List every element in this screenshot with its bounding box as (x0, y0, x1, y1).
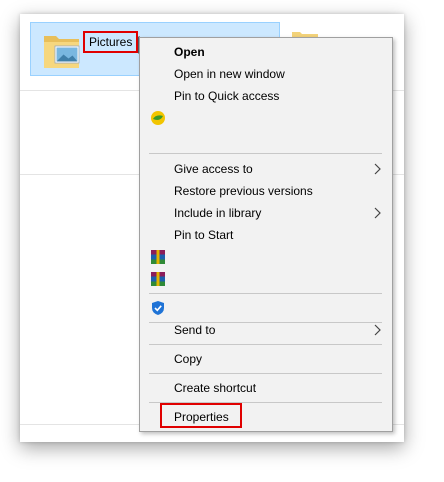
menu-item-label: Copy (174, 352, 203, 366)
menu-item-pin-quick-access[interactable]: Pin to Quick access (140, 85, 392, 107)
menu-item-app-extension[interactable] (140, 107, 392, 129)
windows-defender-shield-icon (152, 301, 164, 315)
winrar-icon (151, 250, 165, 264)
menu-item-open[interactable]: Open (140, 41, 392, 63)
menu-item-label: Properties (174, 410, 229, 424)
menu-item-label: Open in new window (174, 67, 285, 81)
menu-item-label: Include in library (174, 206, 262, 220)
menu-separator (149, 402, 382, 403)
menu-item-label: Restore previous versions (174, 184, 313, 198)
green-yellow-circle-icon (151, 111, 165, 125)
menu-item-archive-2[interactable] (140, 268, 392, 290)
menu-item-label: Give access to (174, 162, 253, 176)
menu-item-pin-to-start[interactable]: Pin to Start (140, 224, 392, 246)
menu-item-label: Pin to Quick access (174, 89, 280, 103)
menu-item-label: Create shortcut (174, 381, 257, 395)
menu-separator (149, 153, 382, 154)
chevron-right-icon (374, 324, 381, 336)
winrar-icon (151, 272, 165, 286)
menu-item-properties[interactable]: Properties (140, 406, 392, 428)
pictures-folder-icon (44, 36, 80, 68)
menu-item-send-to[interactable]: Send to (140, 319, 392, 341)
menu-item-include-in-library[interactable]: Include in library (140, 202, 392, 224)
menu-item-open-new-window[interactable]: Open in new window (140, 63, 392, 85)
menu-item-restore-previous-versions[interactable]: Restore previous versions (140, 180, 392, 202)
menu-item-give-access-to[interactable]: Give access to (140, 158, 392, 180)
menu-item-label: Pin to Start (174, 228, 234, 242)
menu-separator (149, 344, 382, 345)
menu-item-label: Send to (174, 323, 216, 337)
folder-label-pictures[interactable]: Pictures (83, 31, 139, 53)
menu-item-defender-scan[interactable] (140, 297, 392, 319)
menu-item-label: Open (174, 45, 205, 59)
context-menu: Open Open in new window Pin to Quick acc… (139, 37, 393, 432)
menu-item-copy[interactable]: Copy (140, 348, 392, 370)
menu-item-archive-1[interactable] (140, 246, 392, 268)
chevron-right-icon (374, 207, 381, 219)
menu-separator (149, 373, 382, 374)
menu-separator (149, 293, 382, 294)
chevron-right-icon (374, 163, 381, 175)
menu-item-create-shortcut[interactable]: Create shortcut (140, 377, 392, 399)
